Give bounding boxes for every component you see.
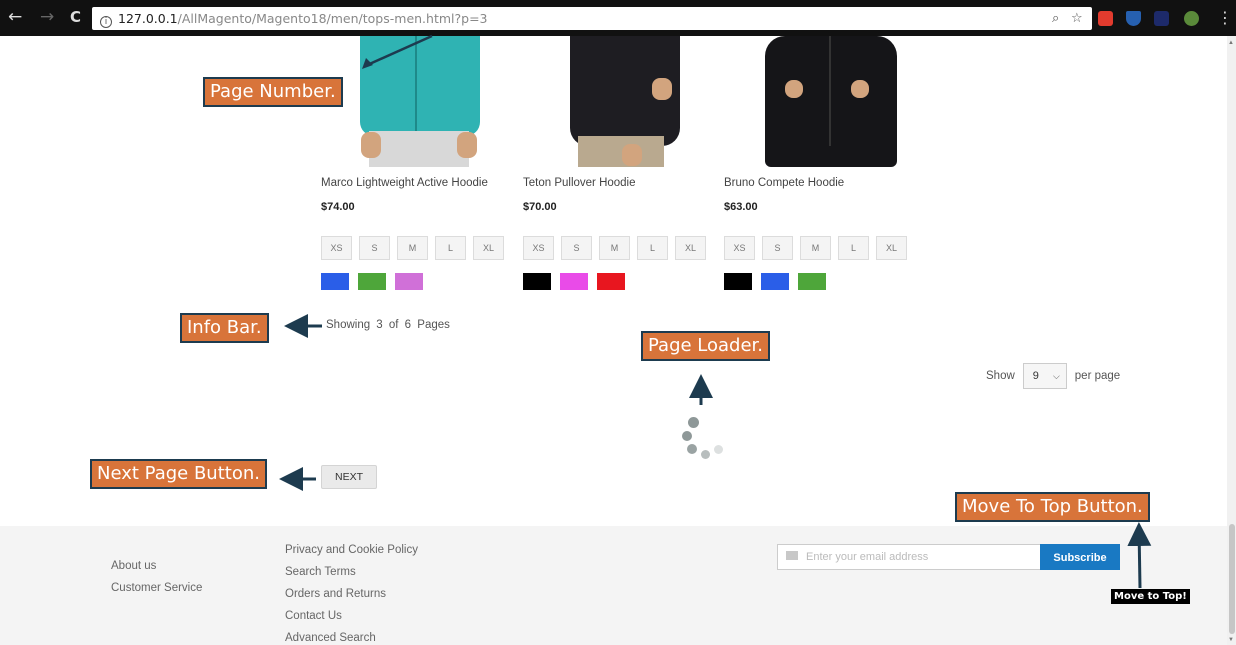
arrow-move-to-top [1127,522,1152,589]
arrow-page-number [364,34,433,68]
annotation-arrows [279,34,1152,589]
